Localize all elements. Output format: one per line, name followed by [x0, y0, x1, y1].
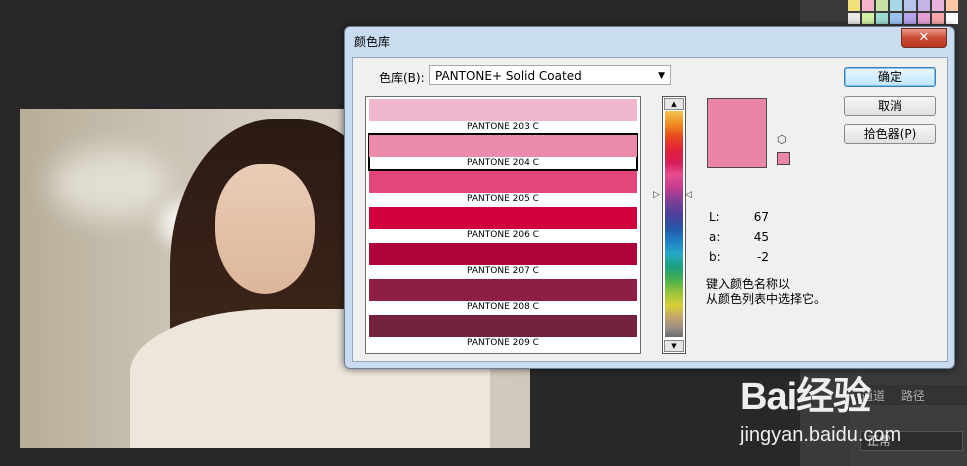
slider-marker-right-icon: ◁	[685, 190, 692, 200]
swatch-chip	[369, 135, 637, 157]
library-value: PANTONE+ Solid Coated	[435, 69, 582, 83]
lab-value: -2	[757, 250, 769, 264]
library-label: 色库(B):	[379, 71, 425, 85]
swatch-name: PANTONE 205 C	[467, 194, 539, 204]
color-picker-button[interactable]: 拾色器(P)	[844, 124, 936, 144]
lab-value: 45	[753, 230, 769, 244]
swatch-cell[interactable]	[918, 13, 930, 24]
title-bar[interactable]: 颜色库 ✕	[345, 27, 954, 55]
hint-text: 键入颜色名称以 从颜色列表中选择它。	[706, 277, 827, 306]
scroll-down-button[interactable]: ▼	[664, 340, 684, 352]
color-library-dialog: 颜色库 ✕ 色库(B): PANTONE+ Solid Coated ▼ PAN…	[344, 26, 955, 369]
swatch-cell[interactable]	[848, 13, 860, 24]
swatch-name: PANTONE 208 C	[467, 302, 539, 312]
baidu-logo: Bai经验	[740, 376, 871, 418]
swatch-cell[interactable]	[946, 13, 958, 24]
swatch-cell[interactable]	[890, 13, 902, 24]
swatch-name: PANTONE 206 C	[467, 230, 539, 240]
swatch-chip	[369, 171, 637, 193]
swatch-chip	[369, 279, 637, 301]
swatch-cell[interactable]	[876, 0, 888, 11]
swatch-item[interactable]: PANTONE 204 C	[368, 133, 638, 171]
swatch-item[interactable]: PANTONE 205 C	[369, 170, 637, 206]
swatch-cell[interactable]	[904, 13, 916, 24]
swatch-chip	[369, 243, 637, 265]
swatch-name: PANTONE 207 C	[467, 266, 539, 276]
color-spectrum-slider[interactable]: ▲ ▼	[662, 96, 686, 354]
swatch-cell[interactable]	[876, 13, 888, 24]
swatch-item[interactable]: PANTONE 203 C	[369, 98, 637, 134]
swatch-list[interactable]: PANTONE 203 C PANTONE 204 C PANTONE 205 C P…	[365, 96, 641, 354]
ok-button[interactable]: 确定	[844, 67, 936, 87]
watermark-url: jingyan.baidu.com	[740, 424, 902, 446]
scroll-up-button[interactable]: ▲	[664, 98, 684, 110]
swatch-chip	[369, 99, 637, 121]
swatch-cell[interactable]	[848, 0, 860, 11]
swatch-name: PANTONE 203 C	[467, 122, 539, 132]
dialog-body: 色库(B): PANTONE+ Solid Coated ▼ PANTONE 2…	[352, 57, 948, 362]
swatch-name: PANTONE 204 C	[467, 158, 539, 168]
swatch-cell[interactable]	[932, 0, 944, 11]
swatch-item[interactable]: PANTONE 207 C	[369, 242, 637, 278]
watermark: Bai经验 jingyan.baidu.com	[740, 365, 967, 465]
swatch-chip	[369, 315, 637, 337]
cancel-button[interactable]: 取消	[844, 96, 936, 116]
close-button[interactable]: ✕	[901, 28, 947, 48]
lab-label: a:	[709, 230, 721, 244]
lab-label: b:	[709, 250, 721, 264]
cube-icon[interactable]: ⬡	[777, 133, 790, 146]
spectrum-bar[interactable]	[665, 111, 683, 337]
lab-label: L:	[709, 210, 720, 224]
swatch-cell[interactable]	[862, 13, 874, 24]
swatch-cell[interactable]	[918, 0, 930, 11]
chevron-down-icon: ▼	[658, 71, 665, 81]
swatch-cell[interactable]	[946, 0, 958, 11]
swatch-cell[interactable]	[904, 0, 916, 11]
web-safe-swatch[interactable]	[777, 152, 790, 165]
swatch-item[interactable]: PANTONE 208 C	[369, 278, 637, 314]
color-preview	[707, 98, 767, 168]
lab-value: 67	[753, 210, 769, 224]
swatch-cell[interactable]	[932, 13, 944, 24]
dialog-title: 颜色库	[354, 35, 391, 49]
swatch-cell[interactable]	[862, 0, 874, 11]
swatch-name: PANTONE 209 C	[467, 338, 539, 348]
swatch-item[interactable]: PANTONE 206 C	[369, 206, 637, 242]
swatch-item[interactable]: PANTONE 209 C	[369, 314, 637, 350]
swatch-chip	[369, 207, 637, 229]
library-select[interactable]: PANTONE+ Solid Coated ▼	[429, 65, 671, 85]
swatch-cell[interactable]	[890, 0, 902, 11]
swatches-panel[interactable]	[848, 0, 963, 37]
slider-marker-left-icon: ▷	[653, 190, 660, 200]
